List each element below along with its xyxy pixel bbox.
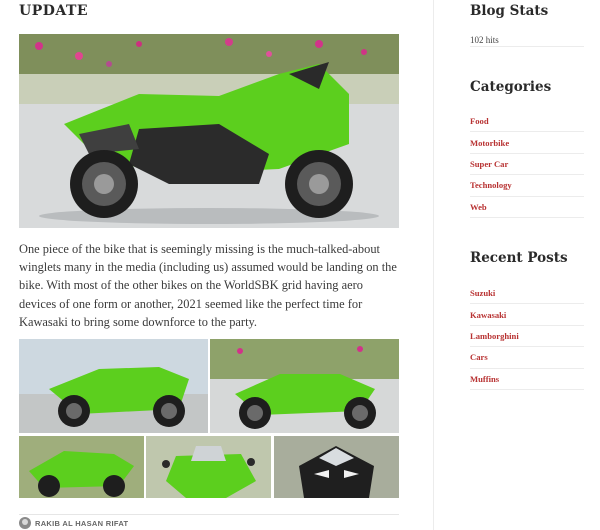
list-item: Technology bbox=[470, 175, 584, 197]
gallery-image-2[interactable] bbox=[210, 339, 399, 433]
gallery-image-5[interactable] bbox=[274, 436, 399, 498]
avatar bbox=[19, 517, 31, 529]
gallery-image-4[interactable] bbox=[146, 436, 271, 498]
author-name[interactable]: RAKIB AL HASAN RIFAT bbox=[35, 519, 128, 528]
recent-post-link-muffins[interactable]: Muffins bbox=[470, 374, 499, 384]
recent-post-link-kawasaki[interactable]: Kawasaki bbox=[470, 310, 506, 320]
blog-stats-value: 102 hits bbox=[470, 35, 499, 45]
list-item: Web bbox=[470, 197, 584, 218]
post-excerpt: One piece of the bike that is seemingly … bbox=[19, 242, 397, 329]
gallery-image-1[interactable] bbox=[19, 339, 208, 433]
recent-posts-title: Recent Posts bbox=[470, 250, 568, 266]
recent-posts-list: Suzuki Kawasaki Lamborghini Cars Muffins bbox=[470, 283, 584, 390]
list-item: Cars bbox=[470, 347, 584, 369]
category-link-technology[interactable]: Technology bbox=[470, 180, 512, 190]
categories-list: Food Motorbike Super Car Technology Web bbox=[470, 111, 584, 218]
post-title[interactable]: UPDATE bbox=[19, 3, 88, 19]
list-item: Kawasaki bbox=[470, 304, 584, 326]
recent-post-link-cars[interactable]: Cars bbox=[470, 352, 488, 362]
post-area: UPDATE One piece of the bike that is see… bbox=[0, 0, 432, 530]
categories-title: Categories bbox=[470, 79, 552, 95]
list-item: Lamborghini bbox=[470, 326, 584, 348]
blog-stats-divider bbox=[470, 46, 584, 47]
blog-stats-title: Blog Stats bbox=[470, 3, 549, 19]
gallery-image-3[interactable] bbox=[19, 436, 144, 498]
list-item: Muffins bbox=[470, 369, 584, 390]
sidebar-divider bbox=[433, 0, 434, 530]
list-item: Suzuki bbox=[470, 283, 584, 305]
category-link-web[interactable]: Web bbox=[470, 202, 487, 212]
post-footer-divider bbox=[19, 514, 399, 515]
list-item: Motorbike bbox=[470, 132, 584, 154]
recent-post-link-lamborghini[interactable]: Lamborghini bbox=[470, 331, 519, 341]
recent-post-link-suzuki[interactable]: Suzuki bbox=[470, 288, 495, 298]
list-item: Food bbox=[470, 111, 584, 133]
post-author[interactable]: RAKIB AL HASAN RIFAT bbox=[19, 517, 128, 529]
category-link-food[interactable]: Food bbox=[470, 116, 489, 126]
hero-image[interactable] bbox=[19, 34, 399, 228]
category-link-motorbike[interactable]: Motorbike bbox=[470, 138, 509, 148]
list-item: Super Car bbox=[470, 154, 584, 176]
category-link-super-car[interactable]: Super Car bbox=[470, 159, 508, 169]
